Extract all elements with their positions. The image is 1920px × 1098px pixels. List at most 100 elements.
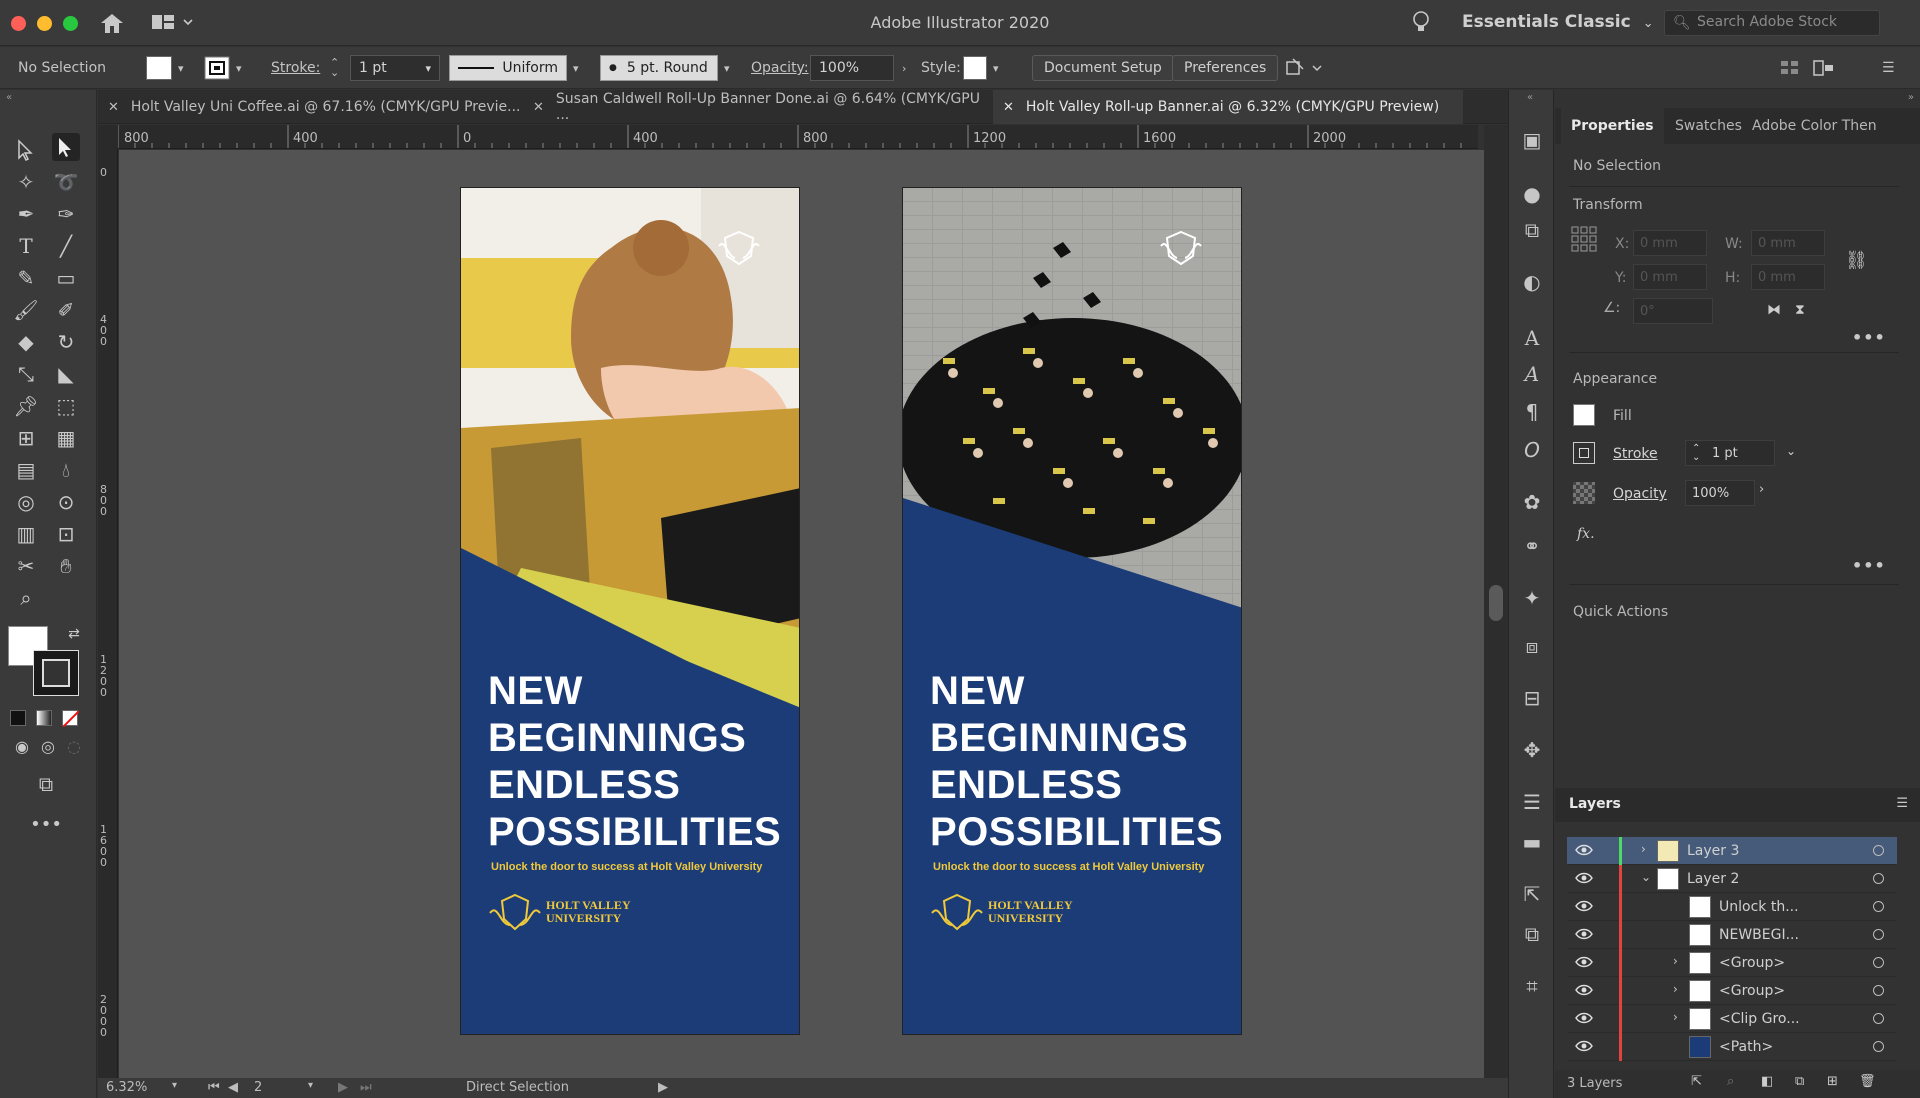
export-for-screens-icon[interactable]: ⇱ bbox=[1691, 1074, 1702, 1089]
expand-arrow-icon[interactable]: › bbox=[1673, 954, 1678, 968]
stroke-label[interactable]: Stroke bbox=[1613, 446, 1658, 462]
target-icon[interactable] bbox=[1873, 1013, 1884, 1024]
opentype-icon[interactable]: O bbox=[1520, 438, 1544, 462]
chevron-down-icon[interactable]: ▾ bbox=[236, 62, 242, 75]
character-icon[interactable]: A bbox=[1520, 326, 1544, 350]
layers-title[interactable]: Layers bbox=[1569, 796, 1621, 812]
transform-icon[interactable] bbox=[1812, 47, 1836, 89]
touch-type-tool-icon[interactable]: ✎ bbox=[12, 264, 40, 292]
symbols-icon[interactable]: ✿ bbox=[1520, 490, 1544, 514]
status-menu-icon[interactable]: ▶ bbox=[658, 1080, 668, 1095]
target-icon[interactable] bbox=[1873, 901, 1884, 912]
ruler-origin[interactable] bbox=[98, 125, 118, 149]
artboard-1-banner[interactable]: NEW BEGINNINGS ENDLESS POSSIBILITIES Unl… bbox=[460, 187, 800, 1035]
delete-layer-icon[interactable]: 🗑︎ bbox=[1859, 1074, 1876, 1089]
collapse-panel-icon[interactable]: » bbox=[1908, 92, 1914, 103]
paragraph-icon[interactable]: ¶ bbox=[1520, 400, 1544, 424]
chevron-down-icon[interactable]: ▾ bbox=[172, 1080, 177, 1091]
column-graph-tool-icon[interactable]: ▥ bbox=[12, 520, 40, 548]
more-options-icon[interactable]: ••• bbox=[1852, 556, 1886, 575]
rotate-field[interactable]: 0° bbox=[1633, 298, 1713, 324]
horizontal-ruler[interactable]: 800 400 0 400 800 1200 1600 2000 bbox=[118, 125, 1478, 149]
stroke-swatch-control[interactable]: ▾ bbox=[204, 47, 242, 89]
edit-toolbar-icon[interactable]: ••• bbox=[30, 810, 62, 838]
arrange-documents-icon[interactable] bbox=[150, 12, 200, 34]
collapse-arrow-icon[interactable]: ⌄ bbox=[1641, 870, 1651, 884]
chevron-down-icon[interactable]: ▾ bbox=[308, 1080, 313, 1091]
puppet-warp-tool-icon[interactable]: 📌︎ bbox=[12, 392, 40, 420]
tab-holt-valley-coffee[interactable]: ✕ Holt Valley Uni Coffee.ai @ 67.16% (CMY… bbox=[98, 90, 523, 124]
tab-properties[interactable]: Properties bbox=[1561, 108, 1664, 144]
chevron-down-icon[interactable]: ▾ bbox=[425, 62, 431, 75]
links-icon[interactable]: ⚭ bbox=[1520, 534, 1544, 558]
expand-arrow-icon[interactable]: › bbox=[1673, 1010, 1678, 1024]
target-icon[interactable] bbox=[1873, 873, 1884, 884]
draw-inside-icon[interactable]: ◌ bbox=[60, 732, 88, 760]
layer-row[interactable]: › Layer 3 bbox=[1567, 837, 1897, 865]
vertical-scrollbar[interactable] bbox=[1484, 125, 1508, 1078]
chevron-down-icon[interactable]: ▾ bbox=[724, 62, 730, 75]
stroke-weight-stepper[interactable]: ⌃ ⌄ bbox=[330, 47, 339, 89]
visibility-eye-icon[interactable] bbox=[1575, 1011, 1593, 1025]
first-artboard-icon[interactable]: ⏮ bbox=[208, 1080, 220, 1095]
layer-row[interactable]: › <Group> bbox=[1567, 949, 1897, 977]
previous-artboard-icon[interactable]: ◀ bbox=[228, 1080, 238, 1095]
puppet-icon[interactable]: ✥ bbox=[1520, 738, 1544, 762]
layer-row[interactable]: <Path> bbox=[1567, 1033, 1897, 1061]
paintbrush-tool-icon[interactable]: 🖌︎ bbox=[12, 296, 40, 324]
layer-row[interactable]: › <Clip Gro... bbox=[1567, 1005, 1897, 1033]
layer-name[interactable]: Layer 3 bbox=[1687, 843, 1739, 859]
collapse-panel-icon[interactable]: « bbox=[6, 92, 12, 103]
artboard-number[interactable]: 2 bbox=[254, 1080, 262, 1095]
arrange-icon-svg[interactable] bbox=[1285, 57, 1325, 79]
w-field[interactable]: 0 mm bbox=[1751, 230, 1825, 256]
layer-name[interactable]: Layer 2 bbox=[1687, 871, 1739, 887]
more-options-icon[interactable]: ••• bbox=[1852, 328, 1886, 347]
layer-name[interactable]: <Group> bbox=[1719, 983, 1785, 999]
target-icon[interactable] bbox=[1873, 845, 1884, 856]
tab-adobe-color-themes[interactable]: Adobe Color Then bbox=[1742, 108, 1887, 144]
opacity-field[interactable]: 100% bbox=[810, 55, 894, 81]
layer-row[interactable]: NEWBEGI... bbox=[1567, 921, 1897, 949]
artboard-2-banner[interactable]: NEW BEGINNINGS ENDLESS POSSIBILITIES Unl… bbox=[902, 187, 1242, 1035]
tab-susan-caldwell-banner[interactable]: ✕ Susan Caldwell Roll-Up Banner Done.ai @… bbox=[523, 90, 993, 124]
target-icon[interactable] bbox=[1873, 957, 1884, 968]
layer-row[interactable]: › <Group> bbox=[1567, 977, 1897, 1005]
shaper-tool-icon[interactable]: ✐ bbox=[52, 296, 80, 324]
panel-menu-icon[interactable]: ☰ bbox=[1882, 47, 1895, 89]
workspace-switcher[interactable]: Essentials Classic ⌄ bbox=[1462, 12, 1654, 32]
visibility-eye-icon[interactable] bbox=[1575, 899, 1593, 913]
draw-normal-icon[interactable]: ◉ bbox=[8, 732, 36, 760]
width-tool-icon[interactable]: ◣ bbox=[52, 360, 80, 388]
fill-swatch[interactable] bbox=[1573, 404, 1595, 426]
transparency-icon[interactable]: ◐ bbox=[1520, 270, 1544, 294]
target-icon[interactable] bbox=[1873, 1041, 1884, 1052]
last-artboard-icon[interactable]: ⏭ bbox=[360, 1080, 372, 1095]
perspective-grid-tool-icon[interactable]: ▦ bbox=[52, 424, 80, 452]
line-segment-tool-icon[interactable]: ╱ bbox=[52, 232, 80, 260]
transform-icon-svg[interactable] bbox=[1812, 59, 1836, 77]
chevron-right-icon[interactable]: › bbox=[902, 62, 906, 75]
symbol-sprayer-tool-icon[interactable]: ⊙ bbox=[52, 488, 80, 516]
brushes-icon[interactable]: ✦ bbox=[1520, 586, 1544, 610]
swap-fill-stroke-icon[interactable]: ⇄ bbox=[60, 620, 88, 648]
create-sublayer-icon[interactable]: ⧉ bbox=[1795, 1074, 1804, 1089]
blend-tool-icon[interactable]: ◎ bbox=[12, 488, 40, 516]
minimize-window-button[interactable] bbox=[37, 16, 52, 31]
layer-name[interactable]: Unlock th... bbox=[1719, 899, 1799, 915]
layer-name[interactable]: <Clip Gro... bbox=[1719, 1011, 1800, 1027]
stroke-weight-field[interactable]: 1 pt ▾ bbox=[350, 55, 440, 81]
stepper-arrows-icon[interactable]: ⌃ ⌄ bbox=[1692, 444, 1700, 463]
mesh-tool-icon[interactable]: ▤ bbox=[12, 456, 40, 484]
layer-row[interactable]: ⌄ Layer 2 bbox=[1567, 865, 1897, 893]
selection-tool-icon[interactable] bbox=[12, 136, 40, 164]
flip-horizontal-icon[interactable]: ⧓ bbox=[1767, 302, 1781, 318]
lasso-tool-icon[interactable]: ➰ bbox=[52, 168, 80, 196]
layer-name[interactable]: <Path> bbox=[1719, 1039, 1773, 1055]
x-field[interactable]: 0 mm bbox=[1633, 230, 1707, 256]
close-tab-icon[interactable]: ✕ bbox=[533, 100, 544, 115]
gradient-mode-icon[interactable] bbox=[36, 710, 52, 726]
tab-holt-valley-banner[interactable]: ✕ Holt Valley Roll-up Banner.ai @ 6.32% (… bbox=[993, 90, 1463, 124]
scale-tool-icon[interactable]: ⤡ bbox=[12, 360, 40, 388]
flip-vertical-icon[interactable]: ⧗ bbox=[1795, 302, 1805, 318]
